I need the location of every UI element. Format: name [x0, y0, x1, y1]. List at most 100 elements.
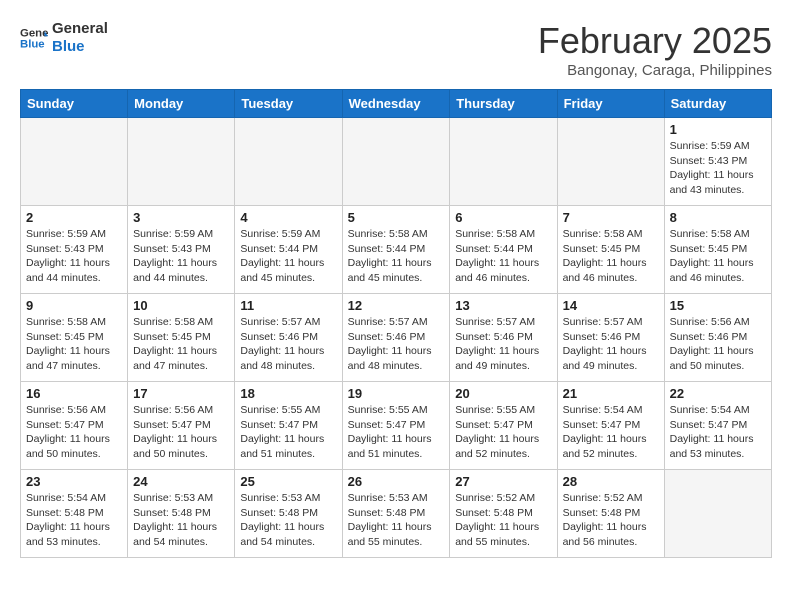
calendar-cell	[557, 118, 664, 206]
day-number: 27	[455, 474, 551, 489]
page-header: General Blue General Blue February 2025 …	[20, 20, 772, 79]
day-info: Sunrise: 5:58 AM Sunset: 5:44 PM Dayligh…	[455, 227, 551, 286]
day-info: Sunrise: 5:59 AM Sunset: 5:43 PM Dayligh…	[133, 227, 229, 286]
day-number: 23	[26, 474, 122, 489]
calendar-cell: 17 Sunrise: 5:56 AM Sunset: 5:47 PM Dayli…	[128, 382, 235, 470]
calendar-cell: 9Sunrise: 5:58 AM Sunset: 5:45 PM Daylig…	[21, 294, 128, 382]
day-number: 14	[563, 298, 659, 313]
calendar-cell	[235, 118, 342, 206]
day-number: 16	[26, 386, 122, 401]
day-info: Sunrise: 5:56 AM Sunset: 5:46 PM Dayligh…	[670, 315, 766, 374]
header-tuesday: Tuesday	[235, 90, 342, 118]
svg-text:Blue: Blue	[20, 39, 45, 51]
day-info: Sunrise: 5:56 AM Sunset: 5:47 PM Dayligh…	[26, 403, 122, 462]
month-title: February 2025	[538, 20, 772, 62]
header-friday: Friday	[557, 90, 664, 118]
day-info: Sunrise: 5:54 AM Sunset: 5:47 PM Dayligh…	[670, 403, 766, 462]
day-info: Sunrise: 5:57 AM Sunset: 5:46 PM Dayligh…	[563, 315, 659, 374]
header-sunday: Sunday	[21, 90, 128, 118]
day-info: Sunrise: 5:56 AM Sunset: 5:47 PM Dayligh…	[133, 403, 229, 462]
day-number: 5	[348, 210, 445, 225]
header-monday: Monday	[128, 90, 235, 118]
day-number: 24	[133, 474, 229, 489]
day-number: 8	[670, 210, 766, 225]
day-number: 1	[670, 122, 766, 137]
calendar-cell: 2Sunrise: 5:59 AM Sunset: 5:43 PM Daylig…	[21, 206, 128, 294]
day-number: 18	[240, 386, 336, 401]
calendar-cell	[450, 118, 557, 206]
header-thursday: Thursday	[450, 90, 557, 118]
calendar-cell: 24Sunrise: 5:53 AM Sunset: 5:48 PM Dayli…	[128, 470, 235, 558]
day-info: Sunrise: 5:59 AM Sunset: 5:43 PM Dayligh…	[26, 227, 122, 286]
calendar-cell: 6Sunrise: 5:58 AM Sunset: 5:44 PM Daylig…	[450, 206, 557, 294]
logo-blue: Blue	[52, 38, 108, 56]
calendar-cell: 1Sunrise: 5:59 AM Sunset: 5:43 PM Daylig…	[664, 118, 771, 206]
calendar-table: SundayMondayTuesdayWednesdayThursdayFrid…	[20, 89, 772, 558]
calendar-cell: 3 Sunrise: 5:59 AM Sunset: 5:43 PM Daylig…	[128, 206, 235, 294]
title-block: February 2025 Bangonay, Caraga, Philippi…	[538, 20, 772, 79]
calendar-cell	[128, 118, 235, 206]
logo-icon: General Blue	[20, 24, 48, 52]
day-info: Sunrise: 5:55 AM Sunset: 5:47 PM Dayligh…	[455, 403, 551, 462]
calendar-cell: 10 Sunrise: 5:58 AM Sunset: 5:45 PM Dayli…	[128, 294, 235, 382]
day-info: Sunrise: 5:57 AM Sunset: 5:46 PM Dayligh…	[348, 315, 445, 374]
day-number: 22	[670, 386, 766, 401]
calendar-cell: 12 Sunrise: 5:57 AM Sunset: 5:46 PM Dayli…	[342, 294, 450, 382]
day-info: Sunrise: 5:58 AM Sunset: 5:45 PM Dayligh…	[26, 315, 122, 374]
day-number: 11	[240, 298, 336, 313]
week-row-3: 16 Sunrise: 5:56 AM Sunset: 5:47 PM Dayli…	[21, 382, 772, 470]
calendar-cell: 19 Sunrise: 5:55 AM Sunset: 5:47 PM Dayli…	[342, 382, 450, 470]
calendar-cell: 5 Sunrise: 5:58 AM Sunset: 5:44 PM Daylig…	[342, 206, 450, 294]
day-number: 17	[133, 386, 229, 401]
day-info: Sunrise: 5:52 AM Sunset: 5:48 PM Dayligh…	[563, 491, 659, 550]
header-saturday: Saturday	[664, 90, 771, 118]
day-number: 20	[455, 386, 551, 401]
calendar-cell: 28 Sunrise: 5:52 AM Sunset: 5:48 PM Dayli…	[557, 470, 664, 558]
week-row-0: 1Sunrise: 5:59 AM Sunset: 5:43 PM Daylig…	[21, 118, 772, 206]
calendar-cell: 27Sunrise: 5:52 AM Sunset: 5:48 PM Dayli…	[450, 470, 557, 558]
day-number: 28	[563, 474, 659, 489]
calendar-cell	[342, 118, 450, 206]
day-info: Sunrise: 5:54 AM Sunset: 5:48 PM Dayligh…	[26, 491, 122, 550]
day-number: 3	[133, 210, 229, 225]
day-number: 15	[670, 298, 766, 313]
calendar-cell: 18 Sunrise: 5:55 AM Sunset: 5:47 PM Dayli…	[235, 382, 342, 470]
day-number: 26	[348, 474, 445, 489]
calendar-cell	[21, 118, 128, 206]
day-number: 4	[240, 210, 336, 225]
day-info: Sunrise: 5:57 AM Sunset: 5:46 PM Dayligh…	[240, 315, 336, 374]
calendar-cell: 14 Sunrise: 5:57 AM Sunset: 5:46 PM Dayli…	[557, 294, 664, 382]
calendar-cell: 26 Sunrise: 5:53 AM Sunset: 5:48 PM Dayli…	[342, 470, 450, 558]
week-row-2: 9Sunrise: 5:58 AM Sunset: 5:45 PM Daylig…	[21, 294, 772, 382]
calendar-cell: 16 Sunrise: 5:56 AM Sunset: 5:47 PM Dayli…	[21, 382, 128, 470]
week-row-4: 23 Sunrise: 5:54 AM Sunset: 5:48 PM Dayli…	[21, 470, 772, 558]
svg-text:General: General	[20, 27, 48, 39]
day-info: Sunrise: 5:59 AM Sunset: 5:44 PM Dayligh…	[240, 227, 336, 286]
day-number: 25	[240, 474, 336, 489]
day-info: Sunrise: 5:55 AM Sunset: 5:47 PM Dayligh…	[348, 403, 445, 462]
day-info: Sunrise: 5:58 AM Sunset: 5:45 PM Dayligh…	[133, 315, 229, 374]
calendar-cell: 13Sunrise: 5:57 AM Sunset: 5:46 PM Dayli…	[450, 294, 557, 382]
day-number: 7	[563, 210, 659, 225]
day-number: 21	[563, 386, 659, 401]
day-info: Sunrise: 5:55 AM Sunset: 5:47 PM Dayligh…	[240, 403, 336, 462]
day-number: 10	[133, 298, 229, 313]
day-info: Sunrise: 5:58 AM Sunset: 5:45 PM Dayligh…	[670, 227, 766, 286]
calendar-cell: 8 Sunrise: 5:58 AM Sunset: 5:45 PM Daylig…	[664, 206, 771, 294]
header-wednesday: Wednesday	[342, 90, 450, 118]
logo: General Blue General Blue	[20, 20, 108, 56]
week-row-1: 2Sunrise: 5:59 AM Sunset: 5:43 PM Daylig…	[21, 206, 772, 294]
calendar-cell: 22 Sunrise: 5:54 AM Sunset: 5:47 PM Dayli…	[664, 382, 771, 470]
calendar-cell: 11 Sunrise: 5:57 AM Sunset: 5:46 PM Dayli…	[235, 294, 342, 382]
day-info: Sunrise: 5:53 AM Sunset: 5:48 PM Dayligh…	[348, 491, 445, 550]
day-info: Sunrise: 5:58 AM Sunset: 5:44 PM Dayligh…	[348, 227, 445, 286]
calendar-cell: 7Sunrise: 5:58 AM Sunset: 5:45 PM Daylig…	[557, 206, 664, 294]
location-title: Bangonay, Caraga, Philippines	[538, 62, 772, 79]
day-number: 19	[348, 386, 445, 401]
logo-general: General	[52, 20, 108, 38]
calendar-header-row: SundayMondayTuesdayWednesdayThursdayFrid…	[21, 90, 772, 118]
day-number: 13	[455, 298, 551, 313]
calendar-cell	[664, 470, 771, 558]
calendar-cell: 25Sunrise: 5:53 AM Sunset: 5:48 PM Dayli…	[235, 470, 342, 558]
day-number: 12	[348, 298, 445, 313]
